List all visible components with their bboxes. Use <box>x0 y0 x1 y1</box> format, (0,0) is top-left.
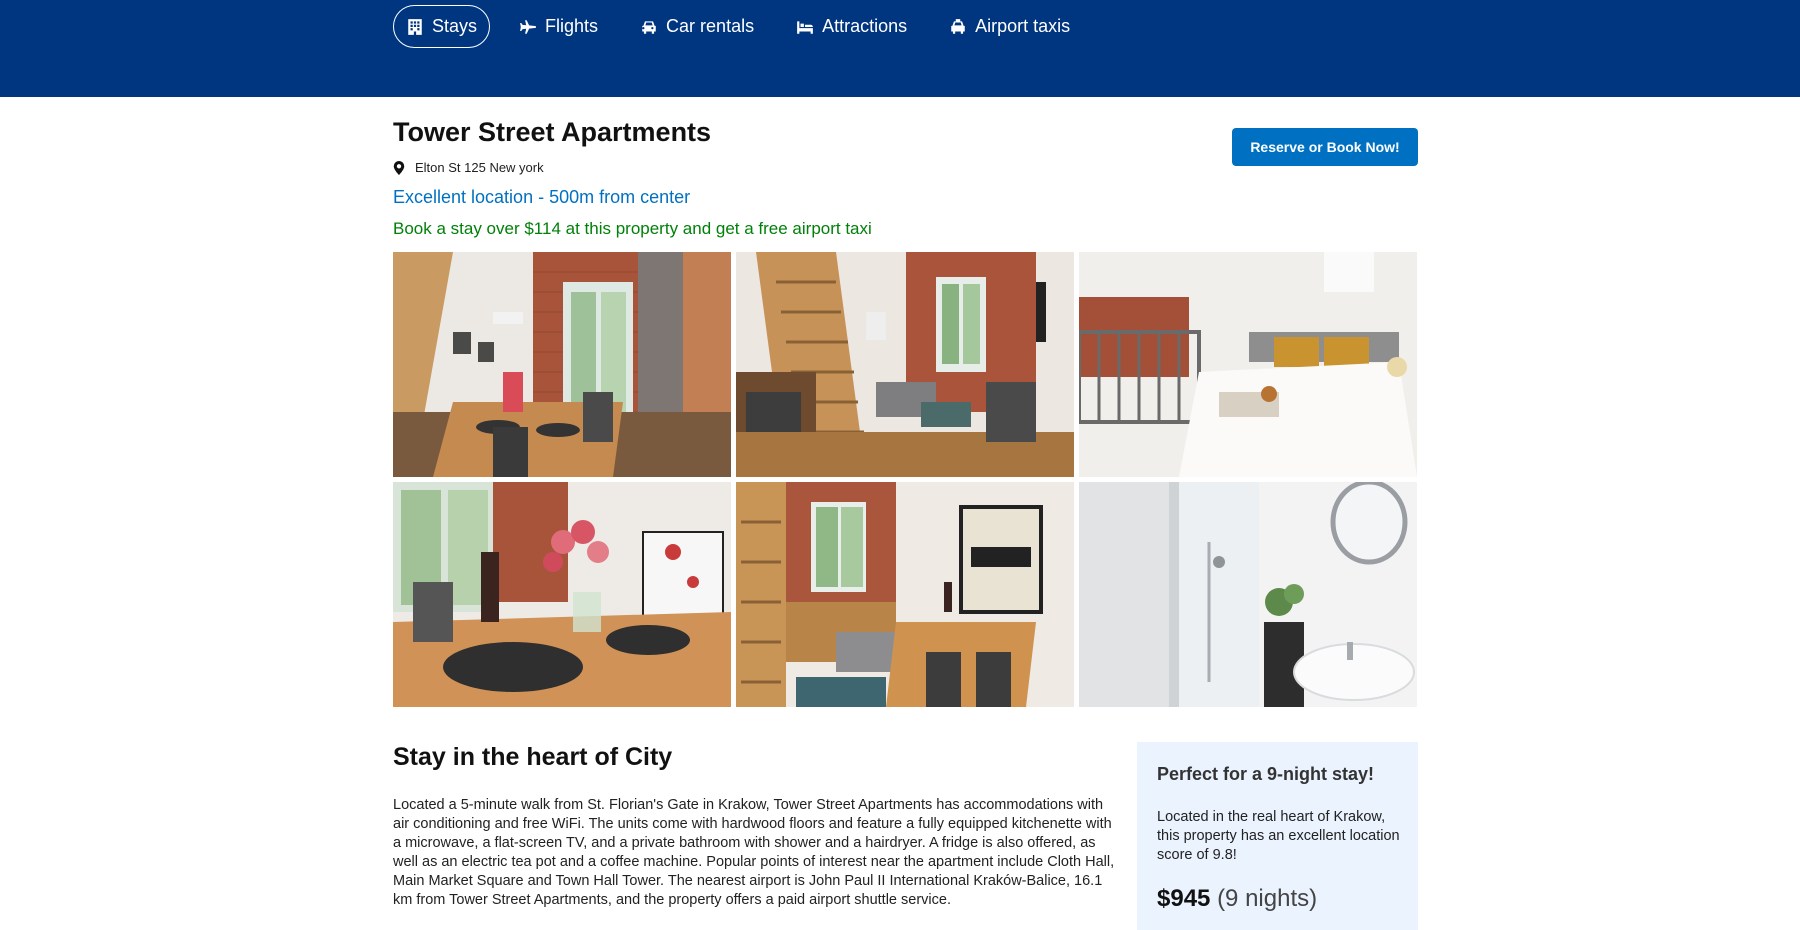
photo-gallery <box>393 252 1418 707</box>
room-photo-image <box>1079 482 1417 707</box>
plane-icon <box>520 19 536 34</box>
summary-text: Located in the real heart of Krakow, thi… <box>1157 809 1400 863</box>
room-photo-image <box>393 482 731 707</box>
room-photo-image <box>736 482 1074 707</box>
nav-item-attractions[interactable]: Attractions <box>783 5 920 48</box>
nav-item-label: Airport taxis <box>975 16 1071 36</box>
hotel-description: Located a 5-minute walk from St. Florian… <box>393 797 1115 908</box>
gallery-photo-dining-table[interactable] <box>393 482 731 707</box>
gallery-photo-living-room[interactable] <box>736 482 1074 707</box>
reserve-button[interactable]: Reserve or Book Now! <box>1232 128 1418 166</box>
location-note: Excellent location - 500m from center <box>393 187 691 207</box>
room-photo-image <box>1079 252 1417 477</box>
nav-item-car-rentals[interactable]: Car rentals <box>627 5 767 48</box>
nav-item-flights[interactable]: Flights <box>506 5 611 48</box>
car-icon <box>642 20 656 34</box>
room-photo-image <box>736 252 1074 477</box>
main-nav: Stays Flights Car rentals Attractions Ai… <box>393 5 1099 48</box>
bed-icon <box>797 20 813 34</box>
building-icon <box>408 18 422 35</box>
nav-item-label: Attractions <box>822 16 908 36</box>
gallery-photo-living-dining[interactable] <box>393 252 731 477</box>
hotel-title: Tower Street Apartments <box>393 117 712 147</box>
promo-text: Book a stay over $114 at this property a… <box>393 219 872 238</box>
stay-summary-box: Perfect for a 9-night stay! Located in t… <box>1137 742 1418 930</box>
gallery-photo-bedroom[interactable] <box>1079 252 1417 477</box>
summary-price: $945 (9 nights) <box>1157 885 1317 913</box>
gallery-photo-kitchenette[interactable] <box>736 252 1074 477</box>
nav-item-label: Flights <box>545 16 599 36</box>
price-amount: $945 <box>1157 885 1211 912</box>
top-header: Stays Flights Car rentals Attractions Ai… <box>0 0 1800 97</box>
nav-item-label: Car rentals <box>666 16 755 36</box>
price-nights: (9 nights) <box>1217 885 1318 912</box>
location-pin-icon <box>393 160 405 175</box>
nav-item-stays[interactable]: Stays <box>393 5 491 48</box>
nav-item-airport-taxis[interactable]: Airport taxis <box>936 5 1083 48</box>
section-title: Stay in the heart of City <box>393 743 673 771</box>
summary-title: Perfect for a 9-night stay! <box>1157 764 1375 784</box>
gallery-photo-bathroom[interactable] <box>1079 482 1417 707</box>
hotel-address: Elton St 125 New york <box>393 160 544 175</box>
taxi-icon <box>951 18 965 34</box>
nav-item-label: Stays <box>432 16 478 36</box>
room-photo-image <box>393 252 731 477</box>
address-text: Elton St 125 New york <box>415 160 544 175</box>
